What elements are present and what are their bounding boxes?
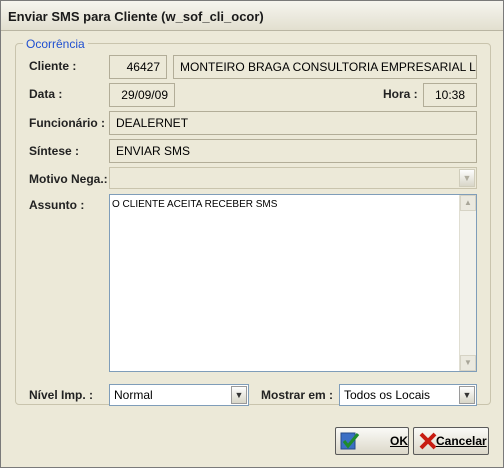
- ok-label: OK: [390, 434, 408, 448]
- cancel-button[interactable]: Cancelar: [413, 427, 489, 455]
- mostrar-value: Todos os Locais: [344, 388, 431, 402]
- chevron-down-icon[interactable]: ▼: [459, 386, 475, 404]
- mostrar-label: Mostrar em :: [261, 388, 334, 402]
- chevron-down-icon[interactable]: ▼: [231, 386, 247, 404]
- chevron-down-icon[interactable]: ▼: [459, 169, 475, 187]
- cliente-code-field[interactable]: 46427: [109, 55, 167, 79]
- sintese-label: Síntese :: [29, 144, 80, 158]
- data-label: Data :: [29, 87, 63, 101]
- x-icon: [419, 432, 437, 450]
- cancel-label: Cancelar: [436, 434, 487, 448]
- motivo-select[interactable]: ▼: [109, 167, 477, 189]
- title-bar[interactable]: Enviar SMS para Cliente (w_sof_cli_ocor): [1, 1, 503, 31]
- hora-label: Hora :: [383, 87, 418, 101]
- ok-button[interactable]: OK: [335, 427, 409, 455]
- nivel-value: Normal: [114, 388, 153, 402]
- funcionario-field[interactable]: DEALERNET: [109, 111, 477, 135]
- nivel-label: Nível Imp. :: [29, 388, 94, 402]
- assunto-text: O CLIENTE ACEITA RECEBER SMS: [112, 199, 278, 210]
- motivo-label: Motivo Nega.:: [29, 172, 108, 186]
- cliente-name-field[interactable]: MONTEIRO BRAGA CONSULTORIA EMPRESARIAL L: [173, 55, 477, 79]
- assunto-label: Assunto :: [29, 198, 85, 212]
- dialog-window: Enviar SMS para Cliente (w_sof_cli_ocor)…: [0, 0, 504, 468]
- scroll-up-icon[interactable]: ▲: [460, 195, 476, 211]
- check-icon: [340, 432, 360, 450]
- funcionario-label: Funcionário :: [29, 116, 105, 130]
- sintese-field[interactable]: ENVIAR SMS: [109, 139, 477, 163]
- assunto-scrollbar[interactable]: ▲ ▼: [459, 195, 476, 371]
- scroll-down-icon[interactable]: ▼: [460, 355, 476, 371]
- mostrar-select[interactable]: Todos os Locais ▼: [339, 384, 477, 406]
- assunto-textarea[interactable]: O CLIENTE ACEITA RECEBER SMS ▲ ▼: [109, 194, 477, 372]
- window-title: Enviar SMS para Cliente (w_sof_cli_ocor): [8, 9, 264, 24]
- hora-field[interactable]: 10:38: [423, 83, 477, 107]
- nivel-select[interactable]: Normal ▼: [109, 384, 249, 406]
- cliente-label: Cliente :: [29, 59, 77, 73]
- data-field[interactable]: 29/09/09: [109, 83, 175, 107]
- group-legend: Ocorrência: [23, 37, 88, 51]
